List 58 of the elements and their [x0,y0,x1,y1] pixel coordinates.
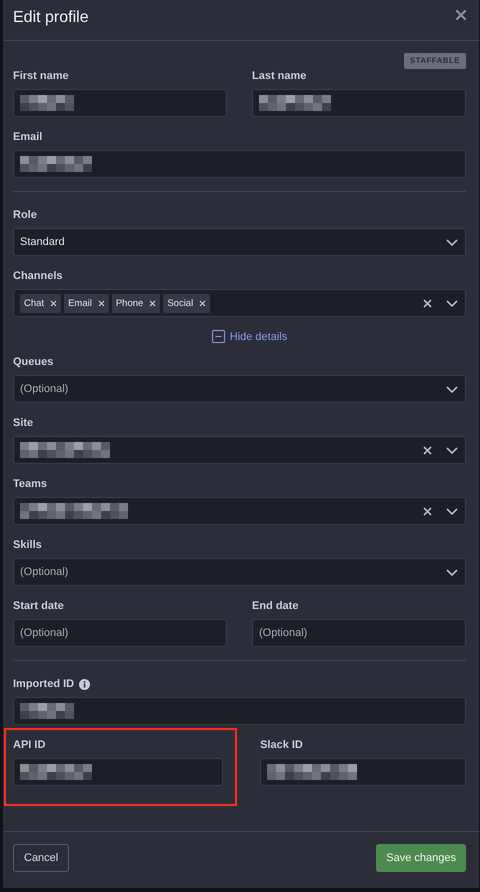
input-field[interactable] [13,697,466,725]
field-label: Email [13,130,42,144]
info-icon[interactable] [79,678,90,690]
chip-label: Social [167,298,194,308]
chip-label: Email [68,298,92,308]
select-field[interactable]: (Optional) [13,558,466,586]
chevron-down-icon[interactable] [446,386,458,392]
select-field[interactable]: (Optional) [13,375,466,403]
select-field[interactable]: Chat Email Phone Social [13,289,466,317]
field-label: Site [13,416,34,430]
chevron-down-icon[interactable] [446,568,458,576]
dialog-title: Edit profile [13,9,89,27]
remove-icon[interactable] [149,300,156,306]
input-field[interactable] [13,89,227,117]
details-toggle[interactable]: Hide details [212,330,288,343]
input-field[interactable] [13,150,466,178]
chevron-down-icon[interactable] [446,446,458,454]
clear-icon[interactable] [423,506,432,516]
field-label: Imported ID [13,677,74,691]
field-label: Channels [13,269,63,283]
select-field[interactable] [13,497,466,525]
remove-icon[interactable] [98,300,105,306]
field-label: Teams [13,477,48,491]
select-field[interactable] [13,436,466,464]
close-icon[interactable] [456,10,466,20]
field-label: First name [13,69,69,83]
staffable-badge: STAFFABLE [404,53,466,69]
field-placeholder: (Optional) [20,383,68,395]
save-button[interactable]: Save changes [376,844,466,872]
field-label: Last name [252,69,306,83]
field-placeholder: (Optional) [20,566,68,578]
input-field[interactable] [260,758,466,786]
select-field[interactable]: Standard [13,228,466,256]
input-field[interactable]: (Optional) [13,619,227,647]
chevron-down-icon[interactable] [446,508,458,514]
chip-label: Chat [24,298,44,308]
chip-label: Phone [116,298,144,308]
field-label: Slack ID [260,738,303,752]
clear-icon[interactable] [423,298,432,308]
input-field[interactable]: (Optional) [252,619,466,647]
field-label: Start date [13,599,64,613]
remove-icon[interactable] [50,300,58,306]
input-field[interactable] [13,758,224,786]
field-label: Role [13,208,37,222]
chevron-down-icon[interactable] [446,238,458,246]
input-field[interactable] [252,89,466,117]
field-label: API ID [13,738,46,752]
minus-box-icon [212,330,225,343]
field-label: End date [252,599,298,613]
cancel-button[interactable]: Cancel [13,844,70,872]
field-placeholder: (Optional) [20,627,68,639]
field-value: Standard [20,236,65,248]
clear-icon[interactable] [423,446,432,454]
field-label: Skills [13,538,42,552]
field-placeholder: (Optional) [259,627,308,639]
field-label: Queues [13,355,54,369]
remove-icon[interactable] [199,300,206,306]
chevron-down-icon[interactable] [446,300,458,306]
